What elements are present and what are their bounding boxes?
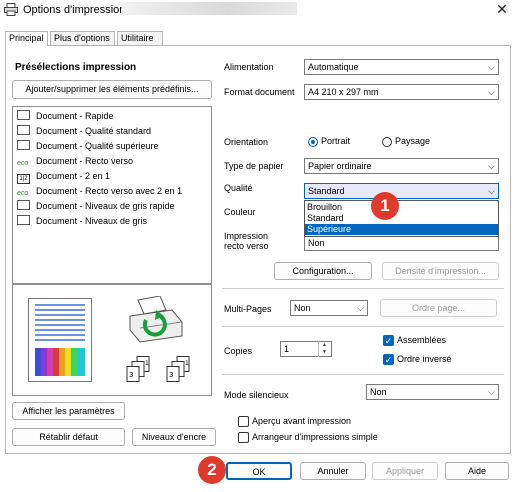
window-title: Options d'impression	[23, 4, 126, 16]
source-select[interactable]: Automatique ⌵	[304, 59, 499, 75]
document-icon	[17, 140, 30, 150]
duplex-select[interactable]: Non	[304, 235, 499, 251]
printer-icon	[4, 3, 18, 16]
separator	[222, 374, 504, 375]
chevron-down-icon: ⌵	[488, 161, 495, 171]
quiet-mode-select[interactable]: Non ⌵	[366, 384, 499, 400]
print-preview-label: Aperçu avant impression	[252, 416, 352, 426]
document-icon	[17, 215, 30, 225]
job-arranger-label: Arrangeur d'impressions simple	[252, 432, 378, 442]
quality-select[interactable]: Standard ⌵	[304, 183, 499, 199]
preset-item[interactable]: Document - Rapide	[17, 110, 114, 125]
orientation-label: Orientation	[224, 137, 269, 147]
quality-label: Qualité	[224, 183, 253, 193]
close-button[interactable]: ✕	[488, 0, 516, 20]
paper-type-select[interactable]: Papier ordinaire ⌵	[304, 158, 499, 174]
quality-option-draft[interactable]: Brouillon	[305, 202, 498, 213]
svg-text:3: 3	[129, 371, 133, 379]
add-remove-presets-button[interactable]: Ajouter/supprimer les éléments prédéfini…	[12, 80, 212, 99]
quiet-mode-label: Mode silencieux	[224, 390, 289, 400]
doc-size-select[interactable]: A4 210 x 297 mm ⌵	[304, 84, 499, 100]
apply-button[interactable]: Appliquer	[372, 462, 438, 480]
reverse-order-label: Ordre inversé	[397, 354, 452, 364]
reverse-order-checkbox[interactable]: ✓	[383, 354, 394, 365]
color-label: Couleur	[224, 207, 256, 217]
preset-item[interactable]: Document - Niveaux de gris	[17, 215, 147, 230]
document-icon	[17, 110, 30, 120]
landscape-radio[interactable]	[382, 137, 392, 147]
tab-more-options[interactable]: Plus d'options	[50, 31, 115, 45]
chevron-down-icon: ⌵	[488, 87, 495, 97]
preset-item[interactable]: eco Document - Recto verso avec 2 en 1	[17, 185, 182, 200]
separator	[222, 288, 504, 289]
multipage-label: Multi-Pages	[224, 304, 272, 314]
quality-option-standard[interactable]: Standard	[305, 213, 498, 224]
preset-item[interactable]: Document - Niveaux de gris rapide	[17, 200, 175, 215]
preset-item[interactable]: eco Document - Recto verso	[17, 155, 133, 170]
chevron-down-icon: ⌵	[357, 303, 364, 313]
spin-down-icon[interactable]: ▼	[322, 348, 327, 356]
svg-text:1: 1	[145, 360, 149, 367]
portrait-label: Portrait	[321, 136, 351, 146]
chevron-down-icon: ⌵	[488, 186, 495, 196]
chevron-down-icon: ⌵	[488, 387, 495, 397]
two-up-icon: 1|2	[17, 174, 30, 184]
tab-principal[interactable]: Principal	[5, 31, 48, 46]
preset-item[interactable]: Document - Qualité supérieure	[17, 140, 159, 155]
step-badge-2: 2	[198, 456, 226, 484]
preset-item[interactable]: 1|2 Document - 2 en 1	[17, 170, 110, 185]
collate-pages-icon: 31	[126, 356, 150, 382]
redacted-title-area	[122, 2, 297, 15]
restore-default-button[interactable]: Rétablir défaut	[12, 428, 125, 446]
collate-checkbox[interactable]: ✓	[383, 335, 394, 346]
page-order-button[interactable]: Ordre page...	[380, 299, 497, 317]
reverse-order-pages-icon: 31	[166, 356, 190, 382]
eco-icon: eco	[17, 190, 29, 197]
duplex-label: Impression	[224, 231, 269, 241]
page-preview-icon	[28, 298, 92, 382]
svg-text:1: 1	[185, 360, 189, 367]
printer-illustration-icon	[129, 296, 183, 343]
tab-utility[interactable]: Utilitaire	[117, 31, 163, 45]
ok-button[interactable]: OK	[226, 462, 292, 480]
quality-dropdown-list: Brouillon Standard Supérieure	[304, 200, 499, 237]
doc-size-label: Format document	[224, 87, 295, 97]
duplex-label-line2: recto verso	[224, 241, 269, 251]
svg-text:3: 3	[169, 371, 173, 379]
print-preview-checkbox[interactable]	[238, 416, 249, 427]
preset-item[interactable]: Document - Qualité standard	[17, 125, 151, 140]
help-button[interactable]: Aide	[445, 462, 509, 480]
paper-type-label: Type de papier	[224, 161, 284, 171]
presets-heading: Présélections impression	[15, 62, 137, 73]
ink-levels-button[interactable]: Niveaux d'encre	[132, 428, 216, 446]
separator	[222, 326, 504, 327]
portrait-radio[interactable]	[308, 137, 318, 147]
collate-label: Assemblées	[397, 335, 447, 345]
document-icon	[17, 125, 30, 135]
print-density-button[interactable]: Densité d'impression...	[382, 262, 499, 280]
step-badge-1: 1	[371, 192, 399, 220]
landscape-label: Paysage	[395, 136, 431, 146]
job-arranger-checkbox[interactable]	[238, 432, 249, 443]
show-settings-button[interactable]: Afficher les paramètres	[12, 402, 125, 420]
source-label: Alimentation	[224, 62, 274, 72]
copies-label: Copies	[224, 346, 253, 356]
multipage-select[interactable]: Non ⌵	[290, 300, 368, 316]
quality-option-superior[interactable]: Supérieure	[305, 224, 498, 235]
cancel-button[interactable]: Annuler	[300, 462, 366, 480]
eco-icon: eco	[17, 160, 29, 167]
document-icon	[17, 200, 30, 210]
chevron-down-icon: ⌵	[488, 62, 495, 72]
configuration-button[interactable]: Configuration...	[274, 262, 372, 280]
copies-spinner[interactable]: ▲ ▼	[318, 341, 331, 357]
